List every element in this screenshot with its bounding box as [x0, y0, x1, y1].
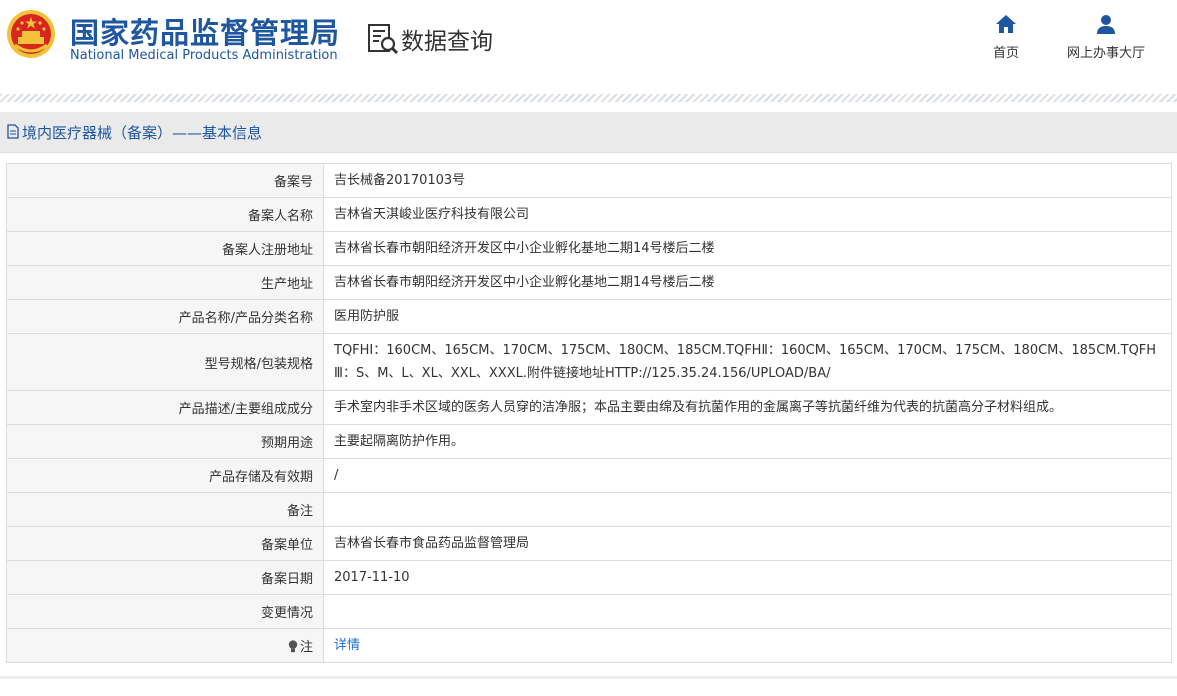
field-label: 生产地址 — [6, 265, 324, 300]
document-icon — [7, 124, 19, 139]
national-emblem-icon — [7, 10, 55, 58]
field-label: 变更情况 — [6, 594, 324, 629]
footer-divider — [0, 676, 1177, 679]
page-title-bar: 境内医疗器械（备案）——基本信息 — [0, 112, 1177, 153]
note-value-cell: 详情 — [323, 628, 1172, 663]
field-label: 备案日期 — [6, 560, 324, 595]
field-value: TQFHⅠ：160CM、165CM、170CM、175CM、180CM、185C… — [323, 333, 1172, 391]
field-label: 备案人名称 — [6, 197, 324, 232]
field-label: 备案人注册地址 — [6, 231, 324, 266]
table-row: 生产地址 吉林省长春市朝阳经济开发区中小企业孵化基地二期14号楼后二楼 — [6, 265, 1172, 300]
table-row: 变更情况 — [6, 594, 1172, 629]
table-row: 产品存储及有效期 / — [6, 458, 1172, 493]
field-value: 医用防护服 — [323, 299, 1172, 334]
field-value: 吉林省长春市朝阳经济开发区中小企业孵化基地二期14号楼后二楼 — [323, 231, 1172, 266]
table-row: 预期用途 主要起隔离防护作用。 — [6, 424, 1172, 459]
field-value: 吉林省长春市食品药品监督管理局 — [323, 526, 1172, 561]
field-value: 吉林省长春市朝阳经济开发区中小企业孵化基地二期14号楼后二楼 — [323, 265, 1172, 300]
basic-info-table: 备案号 吉长械备20170103号 备案人名称 吉林省天淇峻业医疗科技有限公司 … — [6, 163, 1172, 663]
field-value — [323, 594, 1172, 629]
table-row: 备注 — [6, 492, 1172, 527]
field-value: 手术室内非手术区域的医务人员穿的洁净服；本品主要由绵及有抗菌作用的金属离子等抗菌… — [323, 390, 1172, 425]
details-link[interactable]: 详情 — [334, 638, 360, 653]
nav-home-label: 首页 — [992, 46, 1019, 61]
header-hatch-divider — [0, 94, 1177, 102]
field-value: / — [323, 458, 1172, 493]
table-row: 型号规格/包装规格 TQFHⅠ：160CM、165CM、170CM、175CM、… — [6, 333, 1172, 391]
field-label: 型号规格/包装规格 — [6, 333, 324, 391]
field-label: 备案单位 — [6, 526, 324, 561]
nav-online-hall[interactable]: 网上办事大厅 — [1058, 14, 1154, 61]
table-row: 注 详情 — [6, 628, 1172, 663]
field-label: 备注 — [6, 492, 324, 527]
field-label: 产品存储及有效期 — [6, 458, 324, 493]
user-icon — [1097, 15, 1115, 34]
field-value — [323, 492, 1172, 527]
org-name-cn: 国家药品监督管理局 — [70, 16, 341, 50]
nav-online-hall-label: 网上办事大厅 — [1066, 46, 1145, 61]
table-row: 产品描述/主要组成成分 手术室内非手术区域的医务人员穿的洁净服；本品主要由绵及有… — [6, 390, 1172, 425]
field-value: 2017-11-10 — [323, 560, 1172, 595]
field-value: 吉长械备20170103号 — [323, 163, 1172, 198]
field-label: 产品名称/产品分类名称 — [6, 299, 324, 334]
page-title: 境内医疗器械（备案）——基本信息 — [22, 124, 263, 142]
section-title: 数据查询 — [401, 29, 493, 55]
field-value: 主要起隔离防护作用。 — [323, 424, 1172, 459]
field-value: 吉林省天淇峻业医疗科技有限公司 — [323, 197, 1172, 232]
field-label: 注 — [299, 640, 313, 655]
field-label: 备案号 — [6, 163, 324, 198]
home-icon — [996, 15, 1016, 33]
table-row: 备案号 吉长械备20170103号 — [6, 163, 1172, 198]
table-row: 备案人名称 吉林省天淇峻业医疗科技有限公司 — [6, 197, 1172, 232]
field-label: 预期用途 — [6, 424, 324, 459]
data-query-icon — [368, 24, 399, 55]
note-label-cell: 注 — [6, 628, 324, 663]
nav-home[interactable]: 首页 — [982, 14, 1030, 61]
lightbulb-icon — [288, 640, 298, 653]
site-header: 国家药品监督管理局 National Medical Products Admi… — [0, 0, 1177, 94]
table-row: 备案单位 吉林省长春市食品药品监督管理局 — [6, 526, 1172, 561]
field-label: 产品描述/主要组成成分 — [6, 390, 324, 425]
table-row: 备案人注册地址 吉林省长春市朝阳经济开发区中小企业孵化基地二期14号楼后二楼 — [6, 231, 1172, 266]
org-name-en: National Medical Products Administration — [70, 48, 338, 63]
table-row: 产品名称/产品分类名称 医用防护服 — [6, 299, 1172, 334]
table-row: 备案日期 2017-11-10 — [6, 560, 1172, 595]
